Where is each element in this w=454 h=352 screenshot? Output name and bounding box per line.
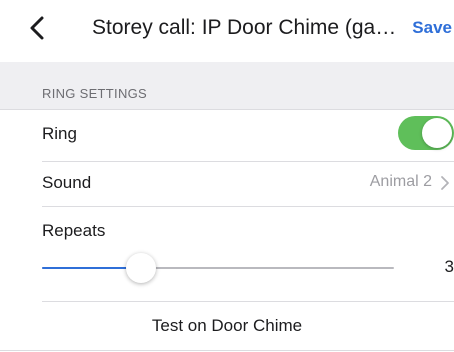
back-button[interactable] xyxy=(24,14,52,42)
test-on-door-chime-button[interactable]: Test on Door Chime xyxy=(0,302,454,350)
repeats-slider[interactable] xyxy=(42,253,394,283)
ring-label: Ring xyxy=(42,124,77,143)
slider-thumb[interactable] xyxy=(126,253,157,283)
ring-toggle[interactable] xyxy=(398,116,454,150)
save-button[interactable]: Save xyxy=(412,16,452,40)
sound-value: Animal 2 xyxy=(369,173,432,190)
repeats-value: 3 xyxy=(444,257,454,276)
page-title: Storey call: IP Door Chime (garden) xyxy=(92,16,398,39)
repeats-label: Repeats xyxy=(42,221,106,240)
chevron-right-icon xyxy=(438,175,452,191)
chevron-left-icon xyxy=(30,16,44,40)
sound-label: Sound xyxy=(42,173,92,192)
navigation-bar: Storey call: IP Door Chime (garden) Save xyxy=(0,0,454,62)
toggle-knob xyxy=(422,118,452,148)
divider xyxy=(0,350,454,351)
ring-row: Ring xyxy=(0,110,454,162)
section-header-ring-settings: RING SETTINGS xyxy=(42,86,148,101)
repeats-row: Repeats xyxy=(0,207,454,301)
